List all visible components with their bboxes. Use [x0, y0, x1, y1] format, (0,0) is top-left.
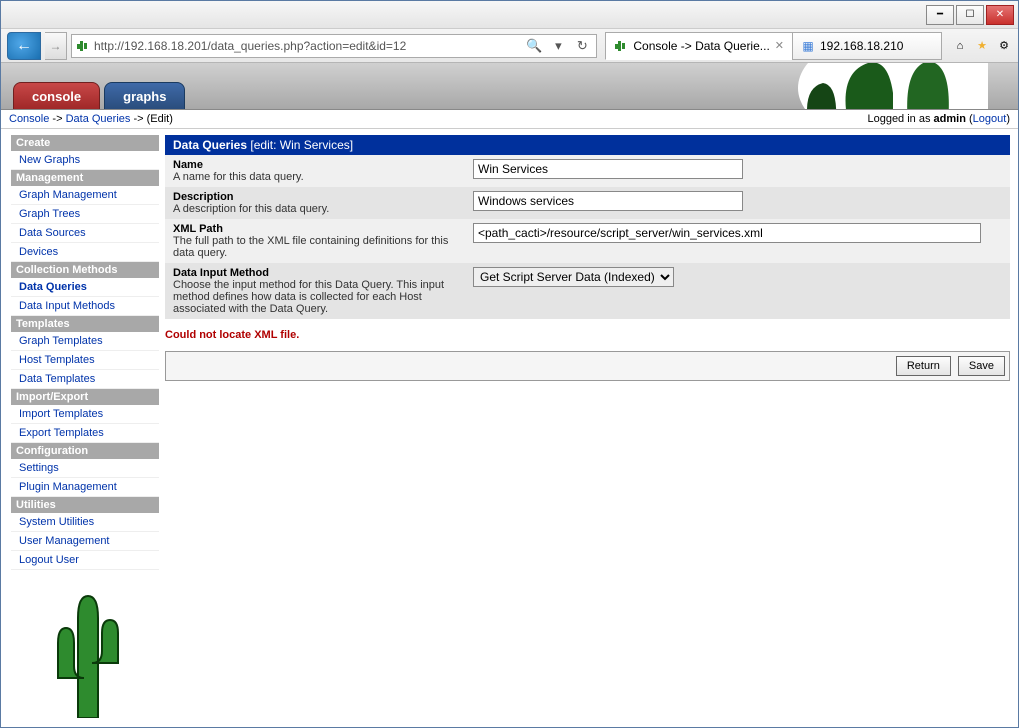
crumb-tail: (Edit) — [147, 113, 173, 125]
nav-back-button[interactable]: ← — [7, 32, 41, 60]
sidebar-item[interactable]: Plugin Management — [11, 478, 159, 497]
sidebar-item[interactable]: User Management — [11, 532, 159, 551]
nav-forward-button[interactable]: → — [45, 32, 67, 60]
sidebar-item[interactable]: New Graphs — [11, 151, 159, 170]
datainput-label: Data Input Method — [173, 267, 457, 279]
name-input[interactable] — [473, 159, 743, 179]
crumb-console[interactable]: Console — [9, 113, 49, 125]
sidebar-item[interactable]: Graph Templates — [11, 332, 159, 351]
sidebar-item[interactable]: Data Queries — [11, 278, 159, 297]
arrow-left-icon: ← — [16, 37, 32, 55]
sidebar-item[interactable]: Host Templates — [11, 351, 159, 370]
return-button[interactable]: Return — [896, 356, 951, 376]
description-desc: A description for this data query. — [173, 203, 329, 215]
maximize-button[interactable]: ☐ — [956, 5, 984, 25]
description-label: Description — [173, 191, 457, 203]
refresh-icon[interactable]: ↻ — [572, 36, 592, 56]
sidebar-item[interactable]: Graph Management — [11, 186, 159, 205]
url-input[interactable] — [94, 39, 520, 53]
tab-console[interactable]: console — [13, 82, 100, 109]
arrow-right-icon: → — [50, 39, 62, 53]
browser-window: ━ ☐ ✕ ← → 🔍 ▾ ↻ Console -> Data Q — [0, 0, 1019, 728]
sidebar-item[interactable]: Devices — [11, 243, 159, 262]
crumb-section[interactable]: Data Queries — [66, 113, 131, 125]
logged-in-user: admin — [934, 113, 966, 125]
tab-title: 192.168.18.210 — [820, 39, 903, 53]
sidebar-item[interactable]: Data Templates — [11, 370, 159, 389]
tab-graphs[interactable]: graphs — [104, 82, 185, 109]
tab-title: Console -> Data Querie... — [633, 39, 769, 53]
sidebar-item[interactable]: Graph Trees — [11, 205, 159, 224]
xmlpath-desc: The full path to the XML file containing… — [173, 235, 448, 259]
breadcrumb-bar: Console -> Data Queries -> (Edit) Logged… — [1, 110, 1018, 129]
button-row: Return Save — [165, 351, 1010, 381]
sidebar-item[interactable]: Settings — [11, 459, 159, 478]
name-label: Name — [173, 159, 457, 171]
minimize-button[interactable]: ━ — [926, 5, 954, 25]
panel-title: Data Queries [edit: Win Services] — [165, 135, 1010, 155]
sidebar-item[interactable]: Logout User — [11, 551, 159, 570]
app-header: console graphs — [1, 63, 1018, 110]
xmlpath-label: XML Path — [173, 223, 457, 235]
save-button[interactable]: Save — [958, 356, 1005, 376]
datainput-select[interactable]: Get Script Server Data (Indexed) — [473, 267, 674, 287]
tab-favicon-icon — [614, 39, 628, 53]
address-bar[interactable]: 🔍 ▾ ↻ — [71, 34, 597, 58]
logged-in-prefix: Logged in as — [867, 113, 933, 125]
sidebar-group-header: Configuration — [11, 443, 159, 459]
main-panel: Data Queries [edit: Win Services] Name A… — [165, 135, 1010, 381]
datainput-desc: Choose the input method for this Data Qu… — [173, 279, 444, 315]
xmlpath-input[interactable] — [473, 223, 981, 243]
page-viewport: console graphs Console -> Data Queries -… — [1, 63, 1018, 727]
sidebar-group-header: Management — [11, 170, 159, 186]
logout-link[interactable]: Logout — [973, 113, 1007, 125]
close-button[interactable]: ✕ — [986, 5, 1014, 25]
error-message: Could not locate XML file. — [165, 319, 1010, 351]
home-icon[interactable]: ⌂ — [952, 38, 968, 54]
cactus-logo-icon — [40, 588, 130, 718]
browser-tabs: Console -> Data Querie... ✕ ▦ 192.168.18… — [605, 32, 942, 60]
sidebar-item[interactable]: Data Input Methods — [11, 297, 159, 316]
chevron-down-icon[interactable]: ▾ — [548, 36, 568, 56]
sidebar: CreateNew GraphsManagementGraph Manageme… — [11, 135, 159, 718]
page-scroll[interactable]: console graphs Console -> Data Queries -… — [1, 63, 1018, 727]
sidebar-item[interactable]: Data Sources — [11, 224, 159, 243]
tab-favicon-icon: ▦ — [801, 39, 815, 53]
sidebar-item[interactable]: Import Templates — [11, 405, 159, 424]
site-icon — [76, 39, 90, 53]
form-table: Name A name for this data query. Descrip… — [165, 155, 1010, 319]
header-art-icon — [608, 63, 988, 110]
browser-tab-2[interactable]: ▦ 192.168.18.210 — [792, 32, 942, 60]
browser-toolbar: ← → 🔍 ▾ ↻ Console -> Data Querie... ✕ ▦ — [1, 29, 1018, 63]
sidebar-group-header: Utilities — [11, 497, 159, 513]
description-input[interactable] — [473, 191, 743, 211]
search-icon[interactable]: 🔍 — [524, 36, 544, 56]
window-titlebar: ━ ☐ ✕ — [1, 1, 1018, 29]
gear-icon[interactable]: ⚙ — [996, 38, 1012, 54]
sidebar-group-header: Import/Export — [11, 389, 159, 405]
browser-tab-1[interactable]: Console -> Data Querie... ✕ — [605, 32, 793, 60]
name-desc: A name for this data query. — [173, 171, 304, 183]
tab-close-icon[interactable]: ✕ — [775, 39, 784, 52]
sidebar-group-header: Templates — [11, 316, 159, 332]
sidebar-item[interactable]: System Utilities — [11, 513, 159, 532]
sidebar-group-header: Collection Methods — [11, 262, 159, 278]
sidebar-item[interactable]: Export Templates — [11, 424, 159, 443]
sidebar-group-header: Create — [11, 135, 159, 151]
favorites-icon[interactable]: ★ — [974, 38, 990, 54]
